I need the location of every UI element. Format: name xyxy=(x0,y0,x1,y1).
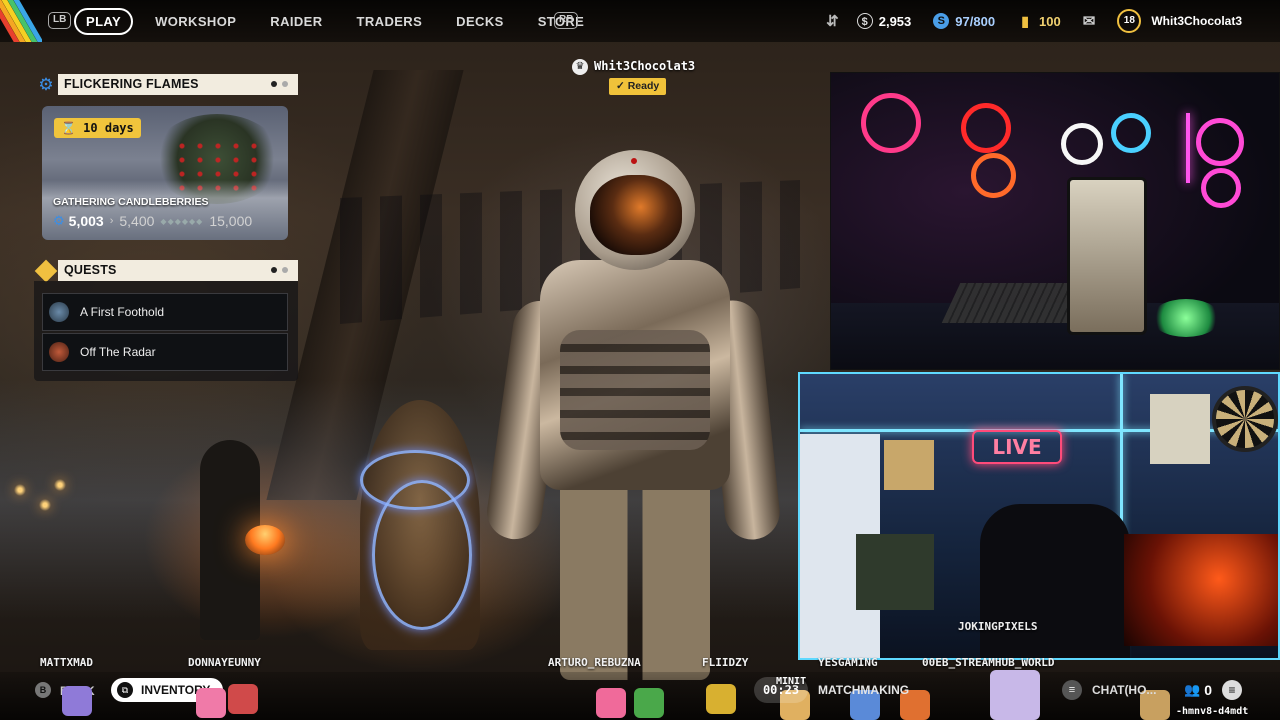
quests-list: A First Foothold Off The Radar xyxy=(34,281,298,381)
crown-icon: ♛ xyxy=(572,59,588,75)
quest-icon xyxy=(34,259,58,282)
event-progress-current: 5,003 xyxy=(68,213,104,229)
pixel-sprite xyxy=(62,686,92,716)
neon-strip xyxy=(1186,113,1190,183)
stash-icon: S xyxy=(933,13,950,29)
quests-panel-header: QUESTS xyxy=(34,259,298,282)
event-image-snow xyxy=(42,180,288,240)
character-legs xyxy=(560,480,710,680)
phone-screen xyxy=(1067,177,1147,335)
gear-icon: ⚙ xyxy=(53,213,65,228)
squad-member-name: ARTURO_REBUZNA xyxy=(548,656,641,669)
rgb-fan xyxy=(861,93,921,153)
gaming-chair xyxy=(980,504,1130,658)
event-pager[interactable] xyxy=(271,81,288,87)
ready-badge: ✓ Ready xyxy=(609,78,667,95)
quest-item[interactable]: Off The Radar xyxy=(42,333,288,371)
helmet-light xyxy=(631,158,637,164)
scene-light-ring xyxy=(372,480,472,630)
webcam-overlay-setup xyxy=(830,72,1280,370)
webcam-overlay-streamer: LIVE JOKINGPIXELS xyxy=(798,372,1280,660)
squad-member-name: MATTXMAD xyxy=(40,656,93,669)
poster xyxy=(1150,394,1210,464)
event-card[interactable]: ⌛ 10 days GATHERING CANDLEBERRIES ⚙ 5,00… xyxy=(42,106,288,240)
quest-item[interactable]: A First Foothold xyxy=(42,293,288,331)
pixel-sprite xyxy=(706,684,736,714)
nav-decks[interactable]: DECKS xyxy=(456,14,504,29)
nav-traders[interactable]: TRADERS xyxy=(357,14,423,29)
character-visor xyxy=(590,175,682,255)
glowing-mouse xyxy=(1151,299,1221,337)
token-icon: ▮ xyxy=(1021,13,1029,29)
sync-icon[interactable]: ⇵ xyxy=(826,12,839,30)
pixel-sprite xyxy=(990,670,1040,720)
player-character-astronaut[interactable] xyxy=(483,150,783,680)
username[interactable]: Whit3Chocolat3 xyxy=(1151,14,1242,28)
scene-brazier xyxy=(245,525,285,555)
event-title: FLICKERING FLAMES xyxy=(58,74,298,95)
lobby-player-name: Whit3Chocolat3 xyxy=(594,59,696,73)
rb-bumper-hint: RB xyxy=(554,12,579,29)
tokens-stat: ▮ 100 xyxy=(1017,13,1061,29)
event-panel-header: ⚙ FLICKERING FLAMES xyxy=(34,74,298,95)
dartboard xyxy=(1212,386,1278,452)
stash-stat: S 97/800 xyxy=(933,13,995,29)
event-timer-badge: ⌛ 10 days xyxy=(54,118,141,138)
level-badge: 18 xyxy=(1117,9,1142,33)
progress-track: ◆◆◆◆◆◆ xyxy=(160,216,204,226)
lb-bumper-hint: LB xyxy=(48,12,72,29)
view-button-icon: ⧉ xyxy=(117,682,133,698)
squad-member-name: FLIIDZY xyxy=(702,656,749,669)
event-progress-max: 15,000 xyxy=(209,213,253,229)
currency-bar: ⇵ $ 2,953 S 97/800 ▮ 100 ✉ 18 Whit3Choco… xyxy=(826,0,1280,42)
matchmaking-button[interactable]: MATCHMAKING xyxy=(818,683,909,697)
squad-member-name: 00EB_STREAMHUB_WORLD xyxy=(922,656,1055,669)
quest-avatar-icon xyxy=(49,342,69,362)
mail-icon[interactable]: ✉ xyxy=(1083,12,1096,30)
poster xyxy=(884,440,934,490)
brand-stripes-logo xyxy=(0,0,42,42)
pixel-sprite xyxy=(634,688,664,718)
streamer-name: JOKINGPIXELS xyxy=(958,620,1038,633)
chat-icon[interactable]: ≡ xyxy=(1062,680,1082,700)
event-progress: ⚙ 5,003 › 5,400 ◆◆◆◆◆◆ 15,000 xyxy=(53,212,278,230)
pixel-sprite xyxy=(196,688,226,718)
pc-case xyxy=(1124,534,1278,646)
b-button-icon: B xyxy=(35,682,51,698)
gear-icon: ⚙ xyxy=(38,74,54,94)
rgb-fan xyxy=(1201,168,1241,208)
rgb-fan xyxy=(1196,118,1244,166)
overlay-tag: MINIT xyxy=(776,676,807,687)
nav-raider[interactable]: RAIDER xyxy=(270,14,322,29)
nav-play[interactable]: PLAY xyxy=(74,7,134,35)
live-neon-sign: LIVE xyxy=(972,430,1062,464)
squad-member-name: DONNAYEUNNY xyxy=(188,656,261,669)
scene-candles xyxy=(0,470,80,550)
rgb-fan xyxy=(961,103,1011,153)
coin-icon: $ xyxy=(856,13,873,29)
monitor xyxy=(856,534,934,610)
event-name: GATHERING CANDLEBERRIES xyxy=(53,196,209,208)
event-progress-next: 5,400 xyxy=(119,213,155,229)
main-nav: PLAY WORKSHOP RAIDER TRADERS DECKS STORE xyxy=(74,0,596,42)
rgb-fan xyxy=(1061,123,1103,165)
character-vest xyxy=(560,330,710,450)
top-navigation-bar: LB PLAY WORKSHOP RAIDER TRADERS DECKS ST… xyxy=(0,0,1280,42)
rgb-fan xyxy=(971,153,1016,198)
chat-button[interactable]: CHAT(HO... xyxy=(1092,683,1156,697)
people-icon: 👥 xyxy=(1184,682,1201,697)
menu-icon[interactable]: ≡ xyxy=(1222,680,1242,700)
pixel-sprite xyxy=(228,684,258,714)
quests-title: QUESTS xyxy=(58,260,298,281)
rgb-fan xyxy=(1111,113,1151,153)
coins-stat: $ 2,953 xyxy=(856,13,911,29)
chevron-right-icon: › xyxy=(109,215,114,227)
party-count[interactable]: 👥 0 xyxy=(1184,680,1212,700)
quest-avatar-icon xyxy=(49,302,69,322)
squad-member-name: YESGAMING xyxy=(818,656,878,669)
pixel-sprite xyxy=(596,688,626,718)
overlay-handle: -hmnv8-d4mdt xyxy=(1176,706,1249,717)
nav-workshop[interactable]: WORKSHOP xyxy=(155,14,236,29)
quests-pager[interactable] xyxy=(271,267,288,273)
